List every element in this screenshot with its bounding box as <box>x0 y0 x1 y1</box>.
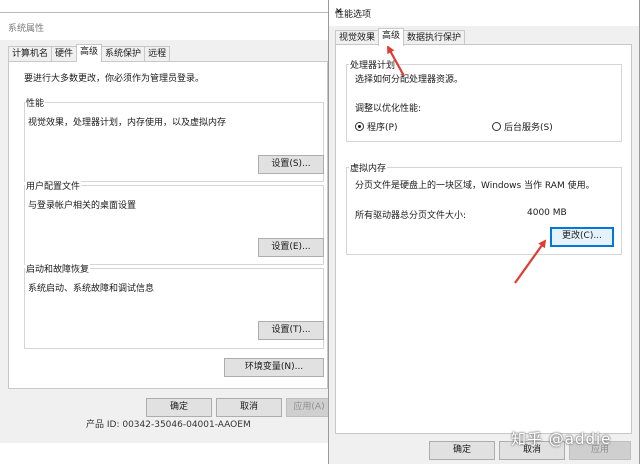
radio-programs[interactable]: 程序(P) <box>355 120 397 133</box>
startup-recovery-settings-button[interactable]: 设置(T)... <box>258 321 324 340</box>
performance-group-title: 性能 <box>25 96 46 109</box>
tab-system-protection[interactable]: 系统保护 <box>101 46 146 62</box>
radio-background-services[interactable]: 后台服务(S) <box>492 120 553 133</box>
advanced-panel: 要进行大多数更改，你必须作为管理员登录。 性能 视觉效果，处理器计划，内存使用，… <box>8 61 328 389</box>
virtual-memory-desc: 分页文件是硬盘上的一块区域，Windows 当作 RAM 使用。 <box>355 181 595 191</box>
tab-advanced[interactable]: 高级 <box>378 28 405 46</box>
admin-notice: 要进行大多数更改，你必须作为管理员登录。 <box>24 74 205 84</box>
tab-bar: 计算机名 硬件 高级 系统保护 远程 <box>8 44 171 62</box>
window-title: 系统属性 <box>8 24 45 34</box>
radio-background-label: 后台服务(S) <box>504 123 553 133</box>
ok-button[interactable]: 确定 <box>429 441 495 460</box>
tab-hardware[interactable]: 硬件 <box>51 46 78 62</box>
product-id: 产品 ID: 00342-35046-04001-AAOEM <box>86 420 251 430</box>
ok-button[interactable]: 确定 <box>146 398 212 417</box>
startup-recovery-desc: 系统启动、系统故障和调试信息 <box>28 284 155 294</box>
virtual-memory-group: 虚拟内存 分页文件是硬盘上的一块区域，Windows 当作 RAM 使用。 所有… <box>346 161 622 255</box>
title-bar: 系统属性 <box>0 13 332 40</box>
radio-programs-label: 程序(P) <box>367 123 398 133</box>
performance-options-window: 性能选项 ✕ 视觉效果 高级 数据执行保护 处理器计划 选择如何分配处理器资源。… <box>328 0 640 464</box>
system-properties-window: 系统属性 计算机名 硬件 高级 系统保护 远程 要进行大多数更改，你必须作为管理… <box>0 12 333 443</box>
total-paging-value: 4000 MB <box>527 208 567 218</box>
tab-remote[interactable]: 远程 <box>144 46 171 62</box>
virtual-memory-group-title: 虚拟内存 <box>349 161 388 174</box>
change-virtual-memory-button[interactable]: 更改(C)... <box>550 227 614 247</box>
tab-computer-name[interactable]: 计算机名 <box>8 46 53 62</box>
user-profiles-desc: 与登录帐户相关的桌面设置 <box>28 201 137 211</box>
user-profiles-group: 用户配置文件 与登录帐户相关的桌面设置 设置(E)... <box>24 179 324 265</box>
close-icon[interactable]: ✕ <box>335 7 629 17</box>
performance-group: 性能 视觉效果，处理器计划，内存使用，以及虚拟内存 设置(S)... <box>24 96 324 182</box>
performance-settings-button[interactable]: 设置(S)... <box>258 155 324 174</box>
title-bar: 性能选项 ✕ <box>329 0 639 26</box>
radio-unselected-indicator <box>492 122 501 131</box>
radio-selected-indicator <box>355 122 364 131</box>
adjust-label: 调整以优化性能: <box>355 104 422 114</box>
performance-desc: 视觉效果，处理器计划，内存使用，以及虚拟内存 <box>28 118 227 128</box>
total-paging-label: 所有驱动器总分页文件大小: <box>355 211 467 221</box>
user-profiles-group-title: 用户配置文件 <box>25 179 82 192</box>
processor-scheduling-group: 处理器计划 选择如何分配处理器资源。 调整以优化性能: 程序(P) 后台服务(S… <box>346 58 622 142</box>
processor-group-title: 处理器计划 <box>349 58 397 71</box>
startup-recovery-group: 启动和故障恢复 系统启动、系统故障和调试信息 设置(T)... <box>24 262 324 349</box>
processor-desc: 选择如何分配处理器资源。 <box>355 75 464 85</box>
advanced-panel: 处理器计划 选择如何分配处理器资源。 调整以优化性能: 程序(P) 后台服务(S… <box>335 44 632 434</box>
apply-button[interactable]: 应用(A) <box>286 398 332 417</box>
tab-advanced[interactable]: 高级 <box>76 44 103 62</box>
startup-recovery-group-title: 启动和故障恢复 <box>25 262 91 275</box>
watermark: 知乎 @addie <box>511 430 612 448</box>
environment-variables-button[interactable]: 环境变量(N)... <box>224 358 324 377</box>
user-profiles-settings-button[interactable]: 设置(E)... <box>258 238 324 257</box>
cancel-button[interactable]: 取消 <box>216 398 282 417</box>
